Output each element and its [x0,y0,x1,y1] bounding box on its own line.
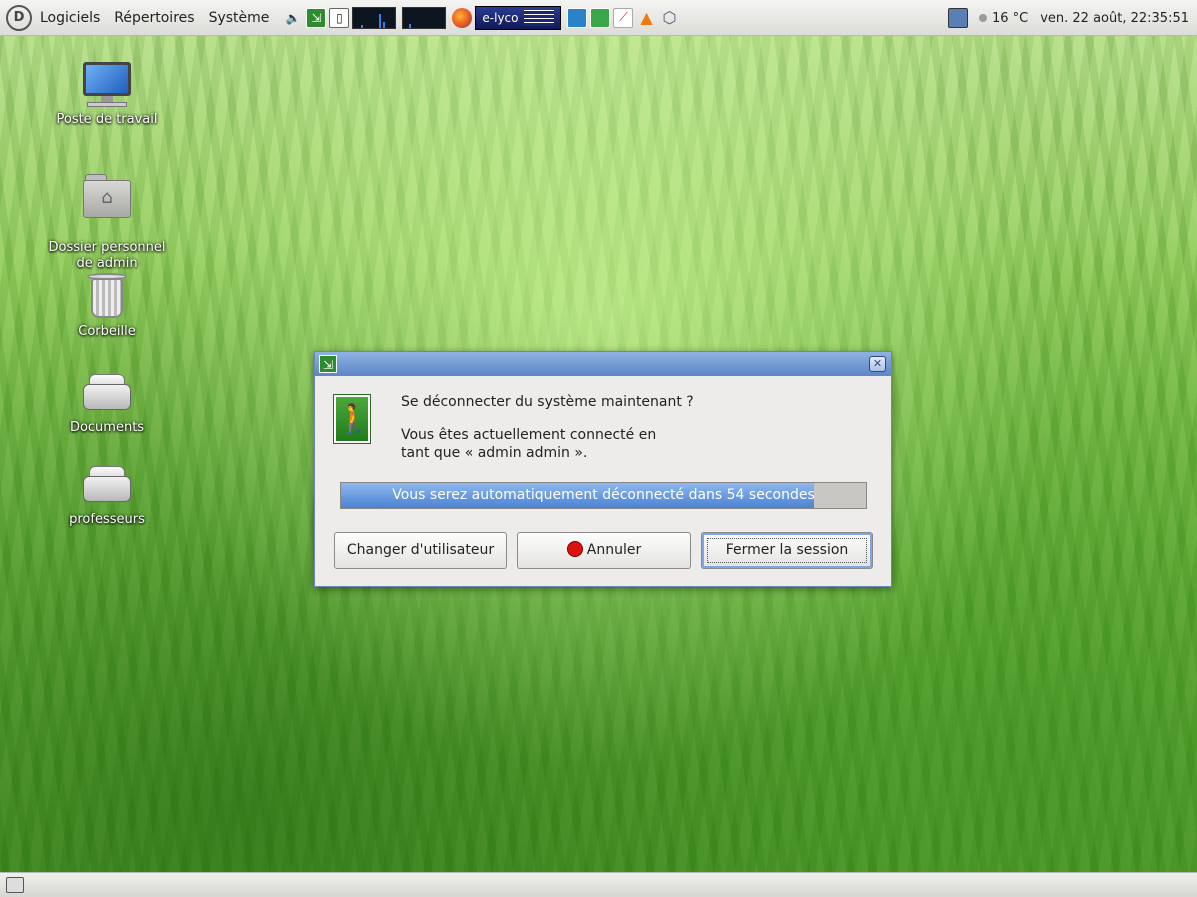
cancel-button[interactable]: Annuler [517,532,691,569]
drive-icon [81,368,133,416]
logout-countdown-progress: Vous serez automatiquement déconnecté da… [340,482,867,509]
desktop-icon-poste-de-travail[interactable]: Poste de travail [37,60,177,128]
task-e-lyco-thumbnail [524,9,555,26]
clock[interactable]: ven. 22 août, 22:35:51 [1040,11,1189,26]
task-e-lyco-label: e-lyco [482,10,519,25]
drive-icon [81,460,133,508]
calc-icon[interactable] [590,7,611,28]
desktop-icon-label: Poste de travail [56,112,158,127]
top-panel: D Logiciels Répertoires Système 🔈 ⇲ ▯ e-… [0,0,1197,36]
cpu-monitor-graph[interactable] [352,6,397,29]
logout-button-label: Fermer la session [707,538,867,563]
applet-icon[interactable]: ▯ [329,7,350,28]
logout-dialog: ⇲ ✕ 🚶 Se déconnecter du système maintena… [314,351,892,587]
dialog-info: Vous êtes actuellement connecté en tant … [401,426,656,462]
menu-systeme[interactable]: Système [209,10,270,26]
exit-icon: ⇲ [319,355,337,373]
computer-icon [81,60,133,108]
dialog-question: Se déconnecter du système maintenant ? [401,394,694,410]
vlc-icon[interactable]: ▲ [636,8,656,28]
menu-repertoires[interactable]: Répertoires [114,10,194,26]
user-status-icon[interactable] [947,8,968,28]
menu-logiciels[interactable]: Logiciels [40,10,100,26]
volume-icon[interactable]: 🔈 [283,8,303,28]
trash-icon [81,272,133,320]
desktop-icon-label: professeurs [69,512,145,527]
show-desktop-icon[interactable] [6,877,24,893]
firefox-icon[interactable] [452,7,473,28]
weather-icon [978,14,987,22]
stop-icon [566,541,583,557]
dialog-info-line: Vous êtes actuellement connecté en [401,427,657,443]
graph-app-icon[interactable]: ⟋ [613,7,634,28]
bottom-panel [0,872,1197,897]
dialog-info-line: tant que « admin admin ». [401,445,588,461]
task-e-lyco[interactable]: e-lyco [475,5,562,30]
desktop-icon-corbeille[interactable]: Corbeille [37,272,177,340]
main-menu-logo-icon[interactable]: D [6,4,32,31]
desktop-icon-label: Dossier personnel de admin [48,240,166,271]
status-area: 16 °C ven. 22 août, 22:35:51 [947,0,1189,36]
cancel-button-label: Annuler [586,542,642,558]
desktop-icon-professeurs[interactable]: professeurs [37,460,177,528]
desktop-icon-dossier-personnel[interactable]: ⌂ Dossier personnel de admin [37,156,177,288]
exit-icon: 🚶 [333,394,371,444]
dialog-titlebar[interactable]: ⇲ ✕ [315,352,891,376]
desktop-icon-documents[interactable]: Documents [37,368,177,436]
network-monitor-graph[interactable] [402,6,447,29]
home-folder-icon: ⌂ [81,172,133,220]
progress-text: Vous serez automatiquement déconnecté da… [392,487,815,503]
switch-user-button[interactable]: Changer d'utilisateur [334,532,507,569]
logout-launcher-icon[interactable]: ⇲ [306,7,327,28]
temperature[interactable]: 16 °C [992,11,1028,26]
writer-icon[interactable] [567,7,588,28]
close-button[interactable]: ✕ [869,356,886,372]
desktop-icon-label: Corbeille [78,324,136,339]
logout-button[interactable]: Fermer la session [701,532,873,569]
desktop-icon-label: Documents [69,420,145,435]
network-shape-icon[interactable]: ⬡ [659,8,679,28]
